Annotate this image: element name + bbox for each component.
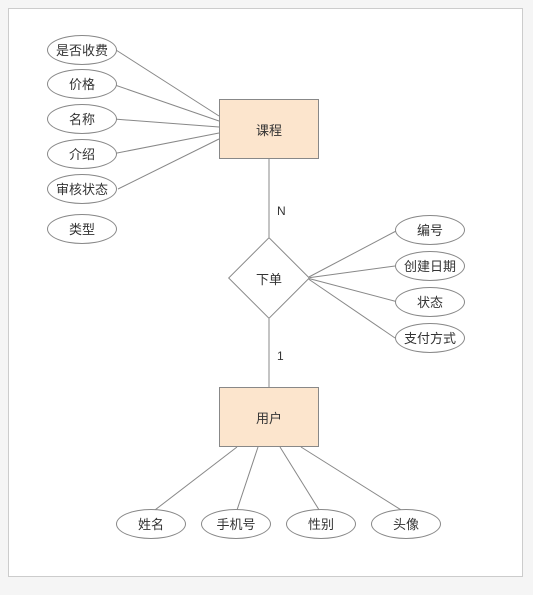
entity-user-label: 用户 [256,408,282,427]
er-diagram-canvas: 课程 用户 下单 N 1 是否收费 价格 名称 介绍 审核状态 类型 编号 创建… [8,8,523,577]
attr-course-intro[interactable]: 介绍 [47,139,117,169]
attr-label: 介绍 [69,148,95,161]
attr-label: 名称 [69,113,95,126]
attr-user-gender[interactable]: 性别 [286,509,356,539]
attr-course-audit-status[interactable]: 审核状态 [47,174,117,204]
attr-course-type[interactable]: 类型 [47,214,117,244]
entity-user[interactable]: 用户 [219,387,319,447]
attr-order-id[interactable]: 编号 [395,215,465,245]
entity-course-label: 课程 [256,120,282,139]
attr-order-pay-method[interactable]: 支付方式 [395,323,465,353]
attr-course-is-charged[interactable]: 是否收费 [47,35,117,65]
attr-label: 状态 [417,296,443,309]
attr-label: 编号 [417,224,443,237]
attr-user-name[interactable]: 姓名 [116,509,186,539]
relationship-order[interactable]: 下单 [229,248,309,308]
relationship-order-label: 下单 [256,269,282,288]
cardinality-course-side: N [277,204,286,218]
attr-user-avatar[interactable]: 头像 [371,509,441,539]
attr-label: 审核状态 [56,183,108,196]
attr-course-price[interactable]: 价格 [47,69,117,99]
attr-label: 价格 [69,78,95,91]
attr-order-created-date[interactable]: 创建日期 [395,251,465,281]
attr-label: 创建日期 [404,260,456,273]
attr-order-status[interactable]: 状态 [395,287,465,317]
attr-label: 性别 [308,518,334,531]
attr-label: 支付方式 [404,332,456,345]
entity-course[interactable]: 课程 [219,99,319,159]
attr-label: 头像 [393,518,419,531]
attr-user-phone[interactable]: 手机号 [201,509,271,539]
attr-label: 类型 [69,223,95,236]
cardinality-user-side: 1 [277,349,284,363]
attr-course-name[interactable]: 名称 [47,104,117,134]
attr-label: 是否收费 [56,44,108,57]
attr-label: 姓名 [138,518,164,531]
attr-label: 手机号 [216,518,255,531]
